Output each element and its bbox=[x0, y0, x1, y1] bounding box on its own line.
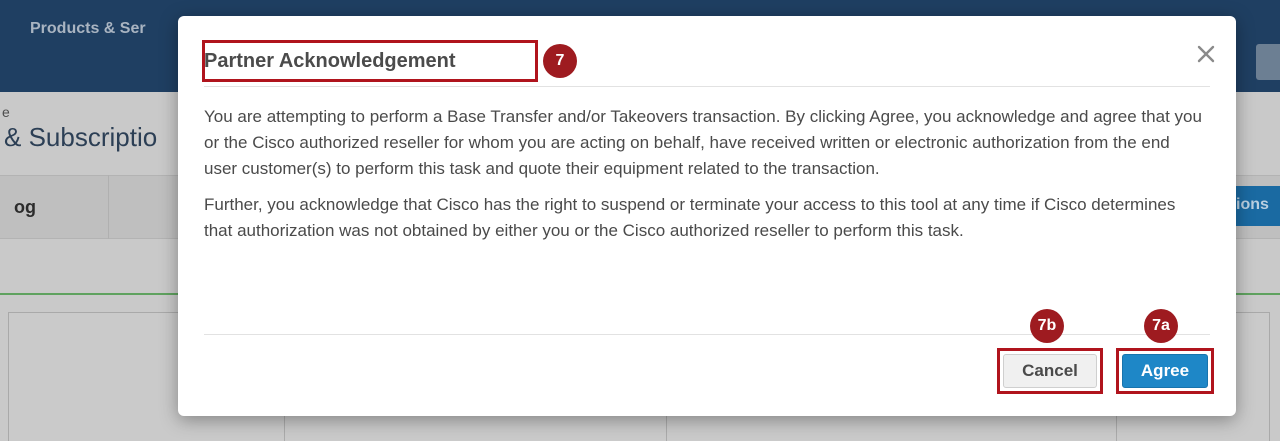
header-divider bbox=[204, 86, 1210, 87]
breadcrumb: e bbox=[2, 104, 10, 120]
close-icon[interactable] bbox=[1194, 42, 1218, 66]
page-title: & Subscriptio bbox=[4, 122, 158, 152]
cancel-highlight-box: Cancel bbox=[997, 348, 1103, 394]
agree-button[interactable]: Agree bbox=[1122, 354, 1208, 388]
tab-divider bbox=[108, 175, 109, 239]
partner-acknowledgement-dialog: Partner Acknowledgement 7 You are attemp… bbox=[178, 16, 1236, 416]
actions-button-label: ions bbox=[1236, 196, 1269, 213]
callout-badge-cancel: 7b bbox=[1030, 309, 1064, 343]
dialog-body: You are attempting to perform a Base Tra… bbox=[204, 104, 1204, 254]
body-paragraph-suspension: Further, you acknowledge that Cisco has … bbox=[204, 195, 1176, 240]
tab-catalog[interactable]: og bbox=[14, 197, 36, 218]
nav-products-services[interactable]: Products & Ser bbox=[30, 20, 146, 38]
cancel-button[interactable]: Cancel bbox=[1003, 354, 1097, 388]
dialog-title: Partner Acknowledgement bbox=[204, 50, 456, 72]
body-paragraph-transfer: You are attempting to perform a Base Tra… bbox=[204, 107, 1202, 178]
agree-highlight-box: Agree bbox=[1116, 348, 1214, 394]
callout-badge-title: 7 bbox=[543, 44, 577, 78]
callout-badge-agree: 7a bbox=[1144, 309, 1178, 343]
header-button[interactable] bbox=[1256, 44, 1280, 80]
